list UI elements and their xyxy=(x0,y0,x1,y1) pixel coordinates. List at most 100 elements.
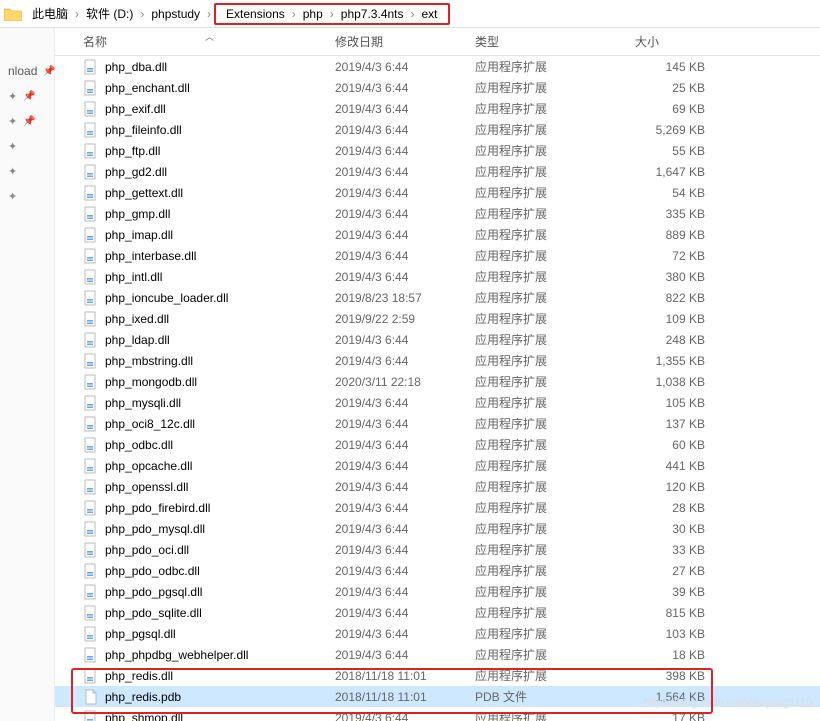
file-date: 2020/3/11 22:18 xyxy=(335,371,421,392)
crumb-phpstudy[interactable]: phpstudy xyxy=(147,7,204,21)
dll-icon xyxy=(83,185,99,201)
table-row[interactable]: php_phpdbg_webhelper.dll2019/4/3 6:44应用程… xyxy=(55,644,820,665)
file-date: 2019/4/3 6:44 xyxy=(335,245,408,266)
sidebar-item[interactable]: ✦📌 xyxy=(0,109,54,134)
sort-ascending-icon[interactable]: ︿ xyxy=(205,30,214,43)
star-icon: ✦ xyxy=(8,140,17,153)
sidebar-item[interactable]: ✦📌 xyxy=(0,84,54,109)
dll-icon xyxy=(83,542,99,558)
file-size: 30 KB xyxy=(635,518,705,539)
table-row[interactable]: php_mysqli.dll2019/4/3 6:44应用程序扩展105 KB xyxy=(55,392,820,413)
file-type: 应用程序扩展 xyxy=(475,203,547,224)
table-row[interactable]: php_exif.dll2019/4/3 6:44应用程序扩展69 KB xyxy=(55,98,820,119)
dll-icon xyxy=(83,374,99,390)
table-row[interactable]: php_redis.pdb2018/11/18 11:01PDB 文件1,564… xyxy=(55,686,820,707)
table-row[interactable]: php_ldap.dll2019/4/3 6:44应用程序扩展248 KB xyxy=(55,329,820,350)
sidebar-item[interactable]: ✦ xyxy=(0,159,54,184)
file-date: 2019/4/3 6:44 xyxy=(335,518,408,539)
file-size: 137 KB xyxy=(635,413,705,434)
table-row[interactable]: php_ftp.dll2019/4/3 6:44应用程序扩展55 KB xyxy=(55,140,820,161)
file-type: 应用程序扩展 xyxy=(475,98,547,119)
table-row[interactable]: php_mbstring.dll2019/4/3 6:44应用程序扩展1,355… xyxy=(55,350,820,371)
file-type: 应用程序扩展 xyxy=(475,308,547,329)
table-row[interactable]: php_pdo_sqlite.dll2019/4/3 6:44应用程序扩展815… xyxy=(55,602,820,623)
dll-icon xyxy=(83,710,99,721)
dll-icon xyxy=(83,332,99,348)
file-size: 248 KB xyxy=(635,329,705,350)
table-row[interactable]: php_pdo_mysql.dll2019/4/3 6:44应用程序扩展30 K… xyxy=(55,518,820,539)
file-size: 25 KB xyxy=(635,77,705,98)
file-type: PDB 文件 xyxy=(475,686,527,707)
table-row[interactable]: php_oci8_12c.dll2019/4/3 6:44应用程序扩展137 K… xyxy=(55,413,820,434)
column-size[interactable]: 大小 xyxy=(635,28,659,55)
file-size: 105 KB xyxy=(635,392,705,413)
file-type: 应用程序扩展 xyxy=(475,224,547,245)
crumb-extensions[interactable]: Extensions xyxy=(222,7,289,21)
table-row[interactable]: php_ixed.dll2019/9/22 2:59应用程序扩展109 KB xyxy=(55,308,820,329)
dll-icon xyxy=(83,59,99,75)
file-type: 应用程序扩展 xyxy=(475,413,547,434)
column-type[interactable]: 类型 xyxy=(475,28,499,55)
sidebar-item[interactable]: ✦ xyxy=(0,184,54,209)
file-type: 应用程序扩展 xyxy=(475,518,547,539)
file-size: 28 KB xyxy=(635,497,705,518)
file-date: 2019/4/3 6:44 xyxy=(335,476,408,497)
dll-icon xyxy=(83,500,99,516)
file-type: 应用程序扩展 xyxy=(475,707,547,721)
table-row[interactable]: php_gd2.dll2019/4/3 6:44应用程序扩展1,647 KB xyxy=(55,161,820,182)
table-row[interactable]: php_pdo_odbc.dll2019/4/3 6:44应用程序扩展27 KB xyxy=(55,560,820,581)
table-row[interactable]: php_gettext.dll2019/4/3 6:44应用程序扩展54 KB xyxy=(55,182,820,203)
file-date: 2019/4/3 6:44 xyxy=(335,224,408,245)
dll-icon xyxy=(83,584,99,600)
file-name: php_ioncube_loader.dll xyxy=(105,291,228,305)
file-size: 27 KB xyxy=(635,560,705,581)
dll-icon xyxy=(83,122,99,138)
table-row[interactable]: php_redis.dll2018/11/18 11:01应用程序扩展398 K… xyxy=(55,665,820,686)
table-row[interactable]: php_pdo_pgsql.dll2019/4/3 6:44应用程序扩展39 K… xyxy=(55,581,820,602)
file-name: php_pdo_oci.dll xyxy=(105,543,189,557)
crumb-php734nts[interactable]: php7.3.4nts xyxy=(337,7,408,21)
table-row[interactable]: php_pdo_oci.dll2019/4/3 6:44应用程序扩展33 KB xyxy=(55,539,820,560)
crumb-drive-d[interactable]: 软件 (D:) xyxy=(82,5,137,22)
dll-icon xyxy=(83,101,99,117)
file-name: php_redis.pdb xyxy=(105,690,181,704)
pin-icon: 📌 xyxy=(43,66,55,77)
sidebar-item-download[interactable]: nload 📌 xyxy=(0,58,54,84)
table-row[interactable]: php_shmop.dll2019/4/3 6:44应用程序扩展17 KB xyxy=(55,707,820,721)
crumb-this-pc[interactable]: 此电脑 xyxy=(28,5,72,22)
file-rows: php_dba.dll2019/4/3 6:44应用程序扩展145 KBphp_… xyxy=(55,56,820,721)
table-row[interactable]: php_dba.dll2019/4/3 6:44应用程序扩展145 KB xyxy=(55,56,820,77)
file-list-pane: ︿ 名称 修改日期 类型 大小 php_dba.dll2019/4/3 6:44… xyxy=(55,28,820,721)
table-row[interactable]: php_odbc.dll2019/4/3 6:44应用程序扩展60 KB xyxy=(55,434,820,455)
table-row[interactable]: php_gmp.dll2019/4/3 6:44应用程序扩展335 KB xyxy=(55,203,820,224)
chevron-right-icon: › xyxy=(408,7,418,21)
table-row[interactable]: php_fileinfo.dll2019/4/3 6:44应用程序扩展5,269… xyxy=(55,119,820,140)
table-row[interactable]: php_intl.dll2019/4/3 6:44应用程序扩展380 KB xyxy=(55,266,820,287)
file-date: 2019/4/3 6:44 xyxy=(335,350,408,371)
table-row[interactable]: php_opcache.dll2019/4/3 6:44应用程序扩展441 KB xyxy=(55,455,820,476)
table-row[interactable]: php_enchant.dll2019/4/3 6:44应用程序扩展25 KB xyxy=(55,77,820,98)
file-date: 2019/4/3 6:44 xyxy=(335,497,408,518)
star-icon: ✦ xyxy=(8,190,17,203)
table-row[interactable]: php_openssl.dll2019/4/3 6:44应用程序扩展120 KB xyxy=(55,476,820,497)
table-row[interactable]: php_imap.dll2019/4/3 6:44应用程序扩展889 KB xyxy=(55,224,820,245)
sidebar-item[interactable]: ✦ xyxy=(0,134,54,159)
file-size: 1,647 KB xyxy=(635,161,705,182)
table-row[interactable]: php_mongodb.dll2020/3/11 22:18应用程序扩展1,03… xyxy=(55,371,820,392)
file-date: 2019/4/3 6:44 xyxy=(335,602,408,623)
table-row[interactable]: php_interbase.dll2019/4/3 6:44应用程序扩展72 K… xyxy=(55,245,820,266)
file-date: 2019/4/3 6:44 xyxy=(335,329,408,350)
file-size: 145 KB xyxy=(635,56,705,77)
file-name: php_opcache.dll xyxy=(105,459,192,473)
column-date[interactable]: 修改日期 xyxy=(335,28,383,55)
file-size: 398 KB xyxy=(635,665,705,686)
file-date: 2019/4/3 6:44 xyxy=(335,455,408,476)
crumb-php[interactable]: php xyxy=(299,7,327,21)
table-row[interactable]: php_pgsql.dll2019/4/3 6:44应用程序扩展103 KB xyxy=(55,623,820,644)
file-size: 69 KB xyxy=(635,98,705,119)
table-row[interactable]: php_ioncube_loader.dll2019/8/23 18:57应用程… xyxy=(55,287,820,308)
table-row[interactable]: php_pdo_firebird.dll2019/4/3 6:44应用程序扩展2… xyxy=(55,497,820,518)
column-name[interactable]: 名称 xyxy=(83,28,107,55)
breadcrumb[interactable]: 此电脑 › 软件 (D:) › phpstudy › Extensions › … xyxy=(0,0,820,28)
crumb-ext[interactable]: ext xyxy=(418,7,442,21)
